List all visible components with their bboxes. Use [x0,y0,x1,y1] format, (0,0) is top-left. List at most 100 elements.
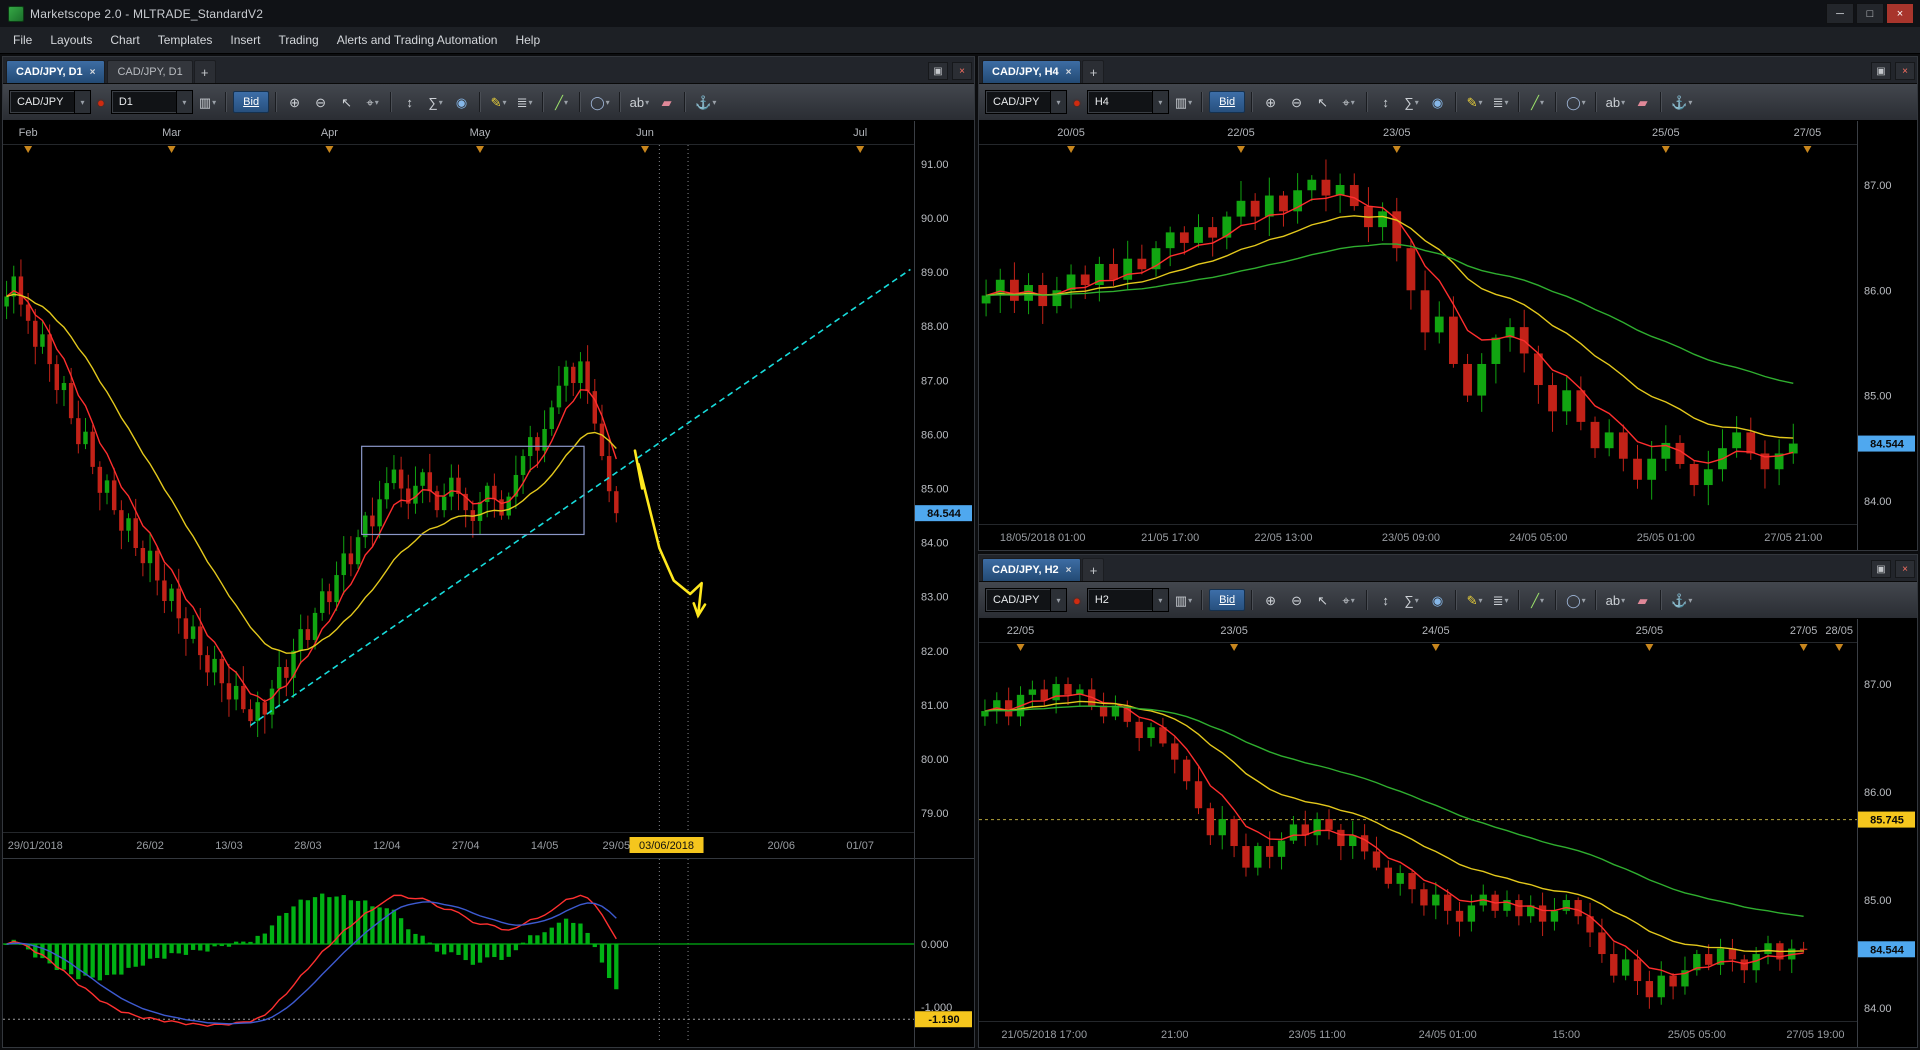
text-tool-icon[interactable]: ab ▾ [1603,91,1628,113]
period-select[interactable]: H2 ▾ [1086,588,1169,612]
crosshair-icon[interactable]: ⌖ ▾ [1337,589,1360,611]
eraser-icon[interactable]: ▰ [1631,91,1654,113]
cursor-icon[interactable]: ↖ [1311,91,1334,113]
globe-icon[interactable]: ◉ [1426,589,1449,611]
minimize-button[interactable]: ─ [1826,3,1854,24]
chart-type-icon[interactable]: ▥ ▾ [196,91,219,113]
period-select[interactable]: D1 ▾ [110,90,193,114]
anchor-icon[interactable]: ⚓ ▾ [692,91,719,113]
zoom-out-icon[interactable]: ⊖ [309,91,332,113]
menu-file[interactable]: File [4,29,41,51]
svg-text:87.00: 87.00 [1864,180,1892,192]
measure-icon[interactable]: ↕ [1374,589,1397,611]
menu-trading[interactable]: Trading [269,29,327,51]
measure-icon[interactable]: ↕ [1374,91,1397,113]
close-icon[interactable]: × [90,67,96,78]
anchor-icon[interactable]: ⚓ ▾ [1668,91,1695,113]
pencil-icon[interactable]: ✎ ▾ [1463,91,1486,113]
globe-icon[interactable]: ◉ [450,91,473,113]
panel-restore-icon[interactable]: ▣ [928,62,948,80]
bid-button[interactable]: Bid [1209,91,1246,113]
menu-insert[interactable]: Insert [221,29,269,51]
panel-close-icon[interactable]: × [1895,560,1915,578]
zoom-in-icon[interactable]: ⊕ [283,91,306,113]
symbol-select-value: CAD/JPY [993,96,1040,108]
pencil-icon[interactable]: ✎ ▾ [487,91,510,113]
toolbar-separator [1594,590,1597,610]
chevron-down-icon: ▾ [212,97,217,107]
zoom-in-icon[interactable]: ⊕ [1259,589,1282,611]
chart-toolbar-h4: CAD/JPY ▾ ● H4 ▾ ▥ ▾ Bid ⊕ ⊖ ↖ ⌖ ▾ ↕ ∑ ▾ ◉ ✎ ▾ ≣ ▾ ╱ ▾ ◯ ▾ ab ▾ ▰ ⚓ ▾ [979,84,1917,121]
trendline-icon[interactable]: ╱ ▾ [1526,589,1549,611]
zoom-out-icon[interactable]: ⊖ [1285,589,1308,611]
maximize-button[interactable]: □ [1856,3,1884,24]
zoom-out-icon: ⊖ [315,94,327,110]
pencil-icon[interactable]: ✎ ▾ [1463,589,1486,611]
measure-icon: ↕ [1382,592,1389,608]
close-button[interactable]: × [1886,3,1914,24]
tab-cadjpy-h4[interactable]: CAD/JPY, H4 × [982,60,1082,83]
globe-icon[interactable]: ◉ [1426,91,1449,113]
toolbar-separator [1455,92,1458,112]
tab-cadjpy-d1-secondary[interactable]: CAD/JPY, D1 [107,60,193,83]
patterns-icon: ≣ [1492,592,1504,608]
patterns-icon[interactable]: ≣ ▾ [513,91,536,113]
chart-type-icon[interactable]: ▥ ▾ [1172,589,1195,611]
patterns-icon[interactable]: ≣ ▾ [1489,589,1512,611]
close-icon[interactable]: × [1066,67,1072,78]
new-tab-button[interactable]: + [1082,60,1105,83]
crosshair-icon[interactable]: ⌖ ▾ [1337,91,1360,113]
ellipse-icon[interactable]: ◯ ▾ [1563,91,1589,113]
menu-chart[interactable]: Chart [101,29,148,51]
eraser-icon[interactable]: ▰ [655,91,678,113]
indicators-icon[interactable]: ∑ ▾ [1400,91,1423,113]
close-icon[interactable]: × [1066,565,1072,576]
price-chart-d1[interactable]: 91.00 90.00 89.00 88.00 87.00 86.00 85.00 84.00… [3,121,974,858]
zoom-out-icon[interactable]: ⊖ [1285,91,1308,113]
chevron-down-icon: ▾ [1188,595,1193,605]
price-chart-h2[interactable]: 87.00 86.00 85.00 84.00 22/05 23/05 24/05 25/05… [979,619,1917,1047]
symbol-select[interactable]: CAD/JPY ▾ [985,90,1067,114]
chart-type-icon[interactable]: ▥ ▾ [1172,91,1195,113]
ellipse-icon[interactable]: ◯ ▾ [587,91,613,113]
new-tab-button[interactable]: + [1082,558,1105,581]
cursor-icon: ↖ [1317,94,1329,110]
period-select-value: H4 [1094,96,1109,108]
bid-button[interactable]: Bid [1209,589,1246,611]
cursor-icon[interactable]: ↖ [335,91,358,113]
symbol-select[interactable]: CAD/JPY ▾ [9,90,91,114]
cursor-icon[interactable]: ↖ [1311,589,1334,611]
crosshair-icon[interactable]: ⌖ ▾ [361,91,384,113]
patterns-icon[interactable]: ≣ ▾ [1489,91,1512,113]
price-chart-h4[interactable]: 87.00 86.00 85.00 84.00 20/05 22/05 23/05 25/05… [979,121,1917,550]
eraser-icon[interactable]: ▰ [1631,589,1654,611]
panel-close-icon[interactable]: × [1895,62,1915,80]
trendline-icon[interactable]: ╱ ▾ [550,91,573,113]
svg-text:29/01/2018: 29/01/2018 [8,840,63,852]
panel-restore-icon[interactable]: ▣ [1871,62,1891,80]
indicators-icon[interactable]: ∑ ▾ [1400,589,1423,611]
anchor-icon[interactable]: ⚓ ▾ [1668,589,1695,611]
menu-templates[interactable]: Templates [149,29,222,51]
toolbar-separator [1366,590,1369,610]
indicators-icon[interactable]: ∑ ▾ [424,91,447,113]
zoom-in-icon[interactable]: ⊕ [1259,91,1282,113]
pencil-icon: ✎ [1466,592,1478,608]
tab-cadjpy-d1[interactable]: CAD/JPY, D1 × [6,60,106,83]
menu-layouts[interactable]: Layouts [41,29,101,51]
menu-help[interactable]: Help [506,29,549,51]
menu-alerts-and-trading-automation[interactable]: Alerts and Trading Automation [328,29,507,51]
bid-button[interactable]: Bid [233,91,270,113]
symbol-select[interactable]: CAD/JPY ▾ [985,588,1067,612]
tab-cadjpy-h2[interactable]: CAD/JPY, H2 × [982,558,1082,581]
panel-close-icon[interactable]: × [952,62,972,80]
measure-icon[interactable]: ↕ [398,91,421,113]
new-tab-button[interactable]: + [193,60,216,83]
text-tool-icon[interactable]: ab ▾ [627,91,652,113]
text-tool-icon[interactable]: ab ▾ [1603,589,1628,611]
oscillator-panel-d1[interactable]: 0.000 -1.000 -1.190 [3,858,974,1047]
trendline-icon[interactable]: ╱ ▾ [1526,91,1549,113]
ellipse-icon[interactable]: ◯ ▾ [1563,589,1589,611]
panel-restore-icon[interactable]: ▣ [1871,560,1891,578]
period-select[interactable]: H4 ▾ [1086,90,1169,114]
